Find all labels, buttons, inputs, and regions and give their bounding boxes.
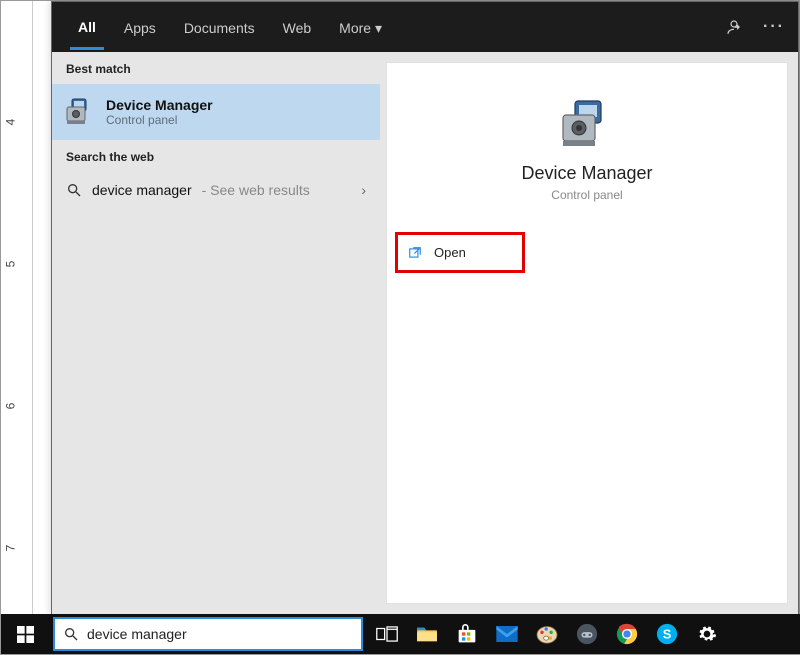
action-open[interactable]: Open <box>395 232 525 273</box>
search-results-panel: All Apps Documents Web More ▾ ··· Best m… <box>51 1 799 615</box>
taskbar-search[interactable] <box>53 617 363 651</box>
search-icon <box>63 626 79 642</box>
section-search-web: Search the web <box>52 140 380 172</box>
tab-more[interactable]: More ▾ <box>331 6 390 49</box>
detail-subtitle: Control panel <box>387 188 787 202</box>
settings-icon[interactable] <box>687 614 727 654</box>
search-icon <box>66 182 82 198</box>
ruler-mark: 5 <box>3 261 17 268</box>
web-search-item[interactable]: device manager - See web results › <box>52 172 380 208</box>
best-match-title: Device Manager <box>106 97 213 113</box>
file-explorer-icon[interactable] <box>407 614 447 654</box>
ruler-mark: 4 <box>3 119 17 126</box>
web-query: device manager <box>92 182 192 198</box>
app-icon-generic[interactable] <box>567 614 607 654</box>
task-view-icon[interactable] <box>367 614 407 654</box>
action-open-label: Open <box>434 245 466 260</box>
microsoft-store-icon[interactable] <box>447 614 487 654</box>
svg-text:S: S <box>663 627 672 642</box>
tab-all[interactable]: All <box>70 5 104 50</box>
chrome-icon[interactable] <box>607 614 647 654</box>
search-tabs: All Apps Documents Web More ▾ ··· <box>52 2 798 52</box>
device-manager-icon <box>66 97 96 127</box>
search-input[interactable] <box>87 619 353 649</box>
open-icon <box>408 246 422 260</box>
taskbar: S <box>1 614 800 654</box>
tab-web[interactable]: Web <box>275 6 320 48</box>
start-button[interactable] <box>1 614 49 654</box>
detail-pane: Device Manager Control panel Open <box>386 62 788 604</box>
ruler-mark: 6 <box>3 403 17 410</box>
results-list: Best match Device Manager Control panel … <box>52 52 380 614</box>
detail-title: Device Manager <box>387 163 787 184</box>
web-suffix: - See web results <box>202 182 310 198</box>
chevron-right-icon: › <box>361 182 366 198</box>
chevron-down-icon: ▾ <box>375 20 382 36</box>
device-manager-icon-large <box>557 99 617 149</box>
more-options-icon[interactable]: ··· <box>760 13 788 41</box>
best-match-subtitle: Control panel <box>106 113 213 127</box>
paint-icon[interactable] <box>527 614 567 654</box>
skype-icon[interactable]: S <box>647 614 687 654</box>
tab-documents[interactable]: Documents <box>176 6 263 48</box>
ruler-mark: 7 <box>3 545 17 552</box>
best-match-item[interactable]: Device Manager Control panel <box>52 84 380 140</box>
vertical-ruler: 4 5 6 7 <box>1 1 33 619</box>
section-best-match: Best match <box>52 52 380 84</box>
mail-icon[interactable] <box>487 614 527 654</box>
tab-apps[interactable]: Apps <box>116 6 164 48</box>
feedback-icon[interactable] <box>720 13 748 41</box>
